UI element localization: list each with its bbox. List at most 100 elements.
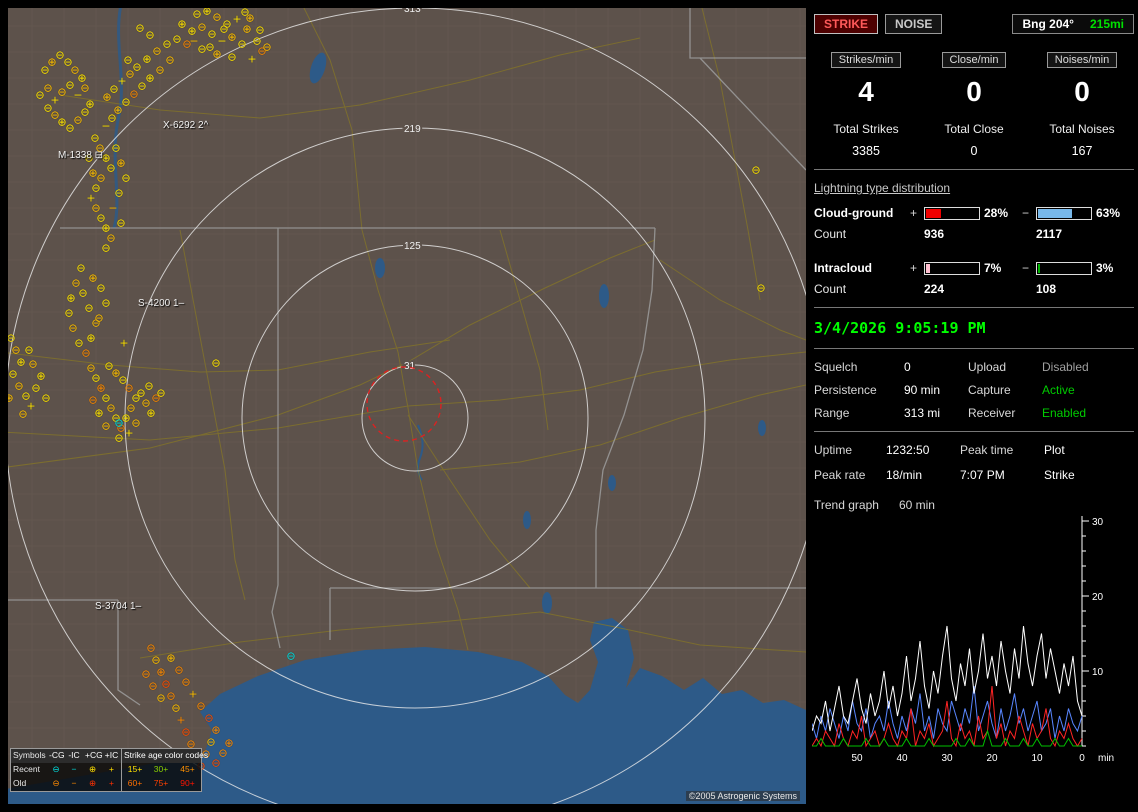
strike-symbol: ⊖ bbox=[141, 667, 151, 681]
strike-symbol: + bbox=[124, 426, 134, 440]
intracloud-neg-bar bbox=[1036, 261, 1092, 275]
squelch-label: Squelch bbox=[814, 360, 858, 374]
plot-label[interactable]: Plot bbox=[1044, 443, 1134, 457]
strike-symbol: ⊕ bbox=[202, 8, 212, 18]
distribution-grid: Cloud-ground + 28% − 63% Count 936 2117 … bbox=[814, 206, 1134, 296]
minus-sign: − bbox=[1022, 206, 1030, 220]
strike-symbol: ⊖ bbox=[205, 40, 215, 54]
cloud-ground-neg-pct: 63% bbox=[1096, 206, 1121, 220]
legend-cell: − bbox=[71, 764, 77, 775]
strike-symbol: ⊖ bbox=[28, 357, 38, 371]
strike-symbol: ⊖ bbox=[204, 711, 214, 725]
x-tick-label: 40 bbox=[896, 753, 908, 764]
plot-mode-value[interactable]: Strike bbox=[1044, 468, 1134, 482]
strike-symbol: ⊖ bbox=[129, 87, 139, 101]
strike-symbol: ⊕ bbox=[8, 391, 14, 405]
close-per-min-button[interactable]: Close/min bbox=[941, 52, 1007, 68]
strike-symbol: − bbox=[108, 201, 118, 215]
strike-symbol: ⊖ bbox=[227, 50, 237, 64]
strike-symbol: ⊖ bbox=[255, 23, 265, 37]
strikes-per-min-button[interactable]: Strikes/min bbox=[830, 52, 902, 68]
strike-symbol: ⊖ bbox=[43, 81, 53, 95]
uptime-label: Uptime bbox=[814, 443, 853, 457]
storm-cell-label: M-1338 ⊟ bbox=[58, 150, 104, 161]
strike-symbol: ⊕ bbox=[156, 665, 166, 679]
total-close-label: Total Close bbox=[944, 122, 1004, 136]
upload-status: Disabled bbox=[1042, 360, 1089, 374]
strike-symbol: ⊖ bbox=[31, 381, 41, 395]
strike-symbol: ⊖ bbox=[145, 28, 155, 42]
storm-cell-label: S-4200 1– bbox=[138, 298, 185, 309]
peak-time-label: Peak time bbox=[960, 443, 1014, 457]
strike-symbol: ⊕ bbox=[145, 71, 155, 85]
squelch-value: 0 bbox=[904, 360, 911, 374]
strike-symbol: ⊖ bbox=[81, 346, 91, 360]
range-label: Range bbox=[814, 406, 850, 420]
strike-symbol: ⊖ bbox=[172, 32, 182, 46]
strike-symbol: ⊖ bbox=[181, 725, 191, 739]
strike-symbol: ⊖ bbox=[152, 44, 162, 58]
strike-symbol: ⊖ bbox=[171, 701, 181, 715]
bearing-readout: Bng 204° 215mi bbox=[1012, 14, 1134, 34]
divider bbox=[814, 348, 1134, 349]
legend-cell: 90+ bbox=[180, 778, 195, 789]
intracloud-pos-bar bbox=[924, 261, 980, 275]
noises-per-min-button[interactable]: Noises/min bbox=[1046, 52, 1118, 68]
uptime-value: 1232:50 bbox=[886, 443, 930, 457]
capture-label: Capture bbox=[968, 383, 1011, 397]
cloud-ground-pos-pct: 28% bbox=[984, 206, 1009, 220]
strike-symbol: ⊖ bbox=[18, 407, 28, 421]
strike-symbol: ⊕ bbox=[88, 166, 98, 180]
strike-symbol: ⊖ bbox=[8, 367, 18, 381]
legend-cell: 75+ bbox=[153, 778, 169, 789]
strike-symbol: ⊖ bbox=[123, 53, 133, 67]
strike-symbol: ⊖ bbox=[146, 641, 156, 655]
strike-symbol: ⊖ bbox=[84, 301, 94, 315]
count-label: Count bbox=[814, 227, 847, 241]
strike-symbol: ⊖ bbox=[162, 37, 172, 51]
noise-mode-button[interactable]: NOISE bbox=[885, 14, 943, 34]
intracloud-neg-count: 108 bbox=[1036, 282, 1057, 296]
strike-mode-button[interactable]: STRIKE bbox=[814, 14, 879, 34]
copyright-text: ©2005 Astrogenic Systems bbox=[685, 791, 800, 801]
legend-cell: 60+ bbox=[127, 778, 143, 789]
legend-cell: ⊖ bbox=[52, 778, 60, 789]
upload-label: Upload bbox=[968, 360, 1007, 374]
lightning-map[interactable]: 313 219 125 31 ⊖ ⊕ ⊖ ⊖ + ⊕ ⊖ ⊖ ⊖ ⊕ − ⊖ ⊖ ⊕ ⊖ ⊖ ⊕ ⊖ + ⊖ ⊖ ⊕ − ⊖ ⊖ ⊕ ⊖ ⊖… bbox=[8, 8, 806, 804]
strike-symbol: ⊖ bbox=[68, 321, 78, 335]
strike-symbol: − bbox=[189, 34, 199, 48]
strike-symbol: ⊕ bbox=[211, 723, 221, 737]
total-noises-value: 167 bbox=[1071, 144, 1093, 158]
control-panel: STRIKE NOISE Bng 204° 215mi Strikes/min … bbox=[812, 6, 1136, 806]
total-strikes-value: 3385 bbox=[852, 144, 880, 158]
strike-symbol: ⊖ bbox=[197, 20, 207, 34]
strike-symbol: + bbox=[117, 74, 127, 88]
strike-symbol: ⊕ bbox=[94, 406, 104, 420]
legend-cell: Strike age color codes bbox=[122, 749, 208, 764]
strike-symbol: ⊖ bbox=[219, 22, 229, 36]
strike-symbol: ⊖ bbox=[137, 79, 147, 93]
strike-symbol: ⊖ bbox=[751, 163, 761, 177]
strike-symbol: ⊕ bbox=[166, 651, 176, 665]
cloud-ground-label: Cloud-ground bbox=[814, 206, 894, 220]
legend-cell: 45+ bbox=[180, 764, 195, 775]
cloud-ground-neg-count: 2117 bbox=[1036, 227, 1063, 241]
intracloud-label: Intracloud bbox=[814, 261, 873, 275]
strike-symbol: ⊕ bbox=[102, 90, 112, 104]
strikes-per-min-column: Strikes/min 4 Total Strikes 3385 bbox=[812, 52, 920, 158]
strike-symbol: ⊖ bbox=[155, 63, 165, 77]
strike-symbol: ⊖ bbox=[114, 186, 124, 200]
persistence-value: 90 min bbox=[904, 383, 941, 397]
strike-symbol: ⊖ bbox=[135, 21, 145, 35]
x-tick-label: 20 bbox=[986, 753, 998, 764]
strike-symbol: ⊖ bbox=[196, 699, 206, 713]
legend-cell: Symbols bbox=[11, 749, 47, 764]
range-ring-label: 219 bbox=[404, 124, 421, 135]
noises-per-min-value: 0 bbox=[1074, 76, 1090, 107]
legend-cell: +IC bbox=[102, 749, 121, 764]
range-ring-label: 125 bbox=[404, 241, 421, 252]
x-axis-unit: min bbox=[1098, 753, 1114, 764]
strike-symbol: ⊖ bbox=[24, 343, 34, 357]
map-geography: 313 219 125 31 ⊖ ⊕ ⊖ ⊖ + ⊕ ⊖ ⊖ ⊖ ⊕ − ⊖ ⊖ ⊕ ⊖ ⊖ ⊕ ⊖ + ⊖ ⊖ ⊕ − ⊖ ⊖ ⊕ ⊖ ⊖… bbox=[8, 8, 806, 804]
legend-cell: Recent bbox=[13, 764, 40, 775]
